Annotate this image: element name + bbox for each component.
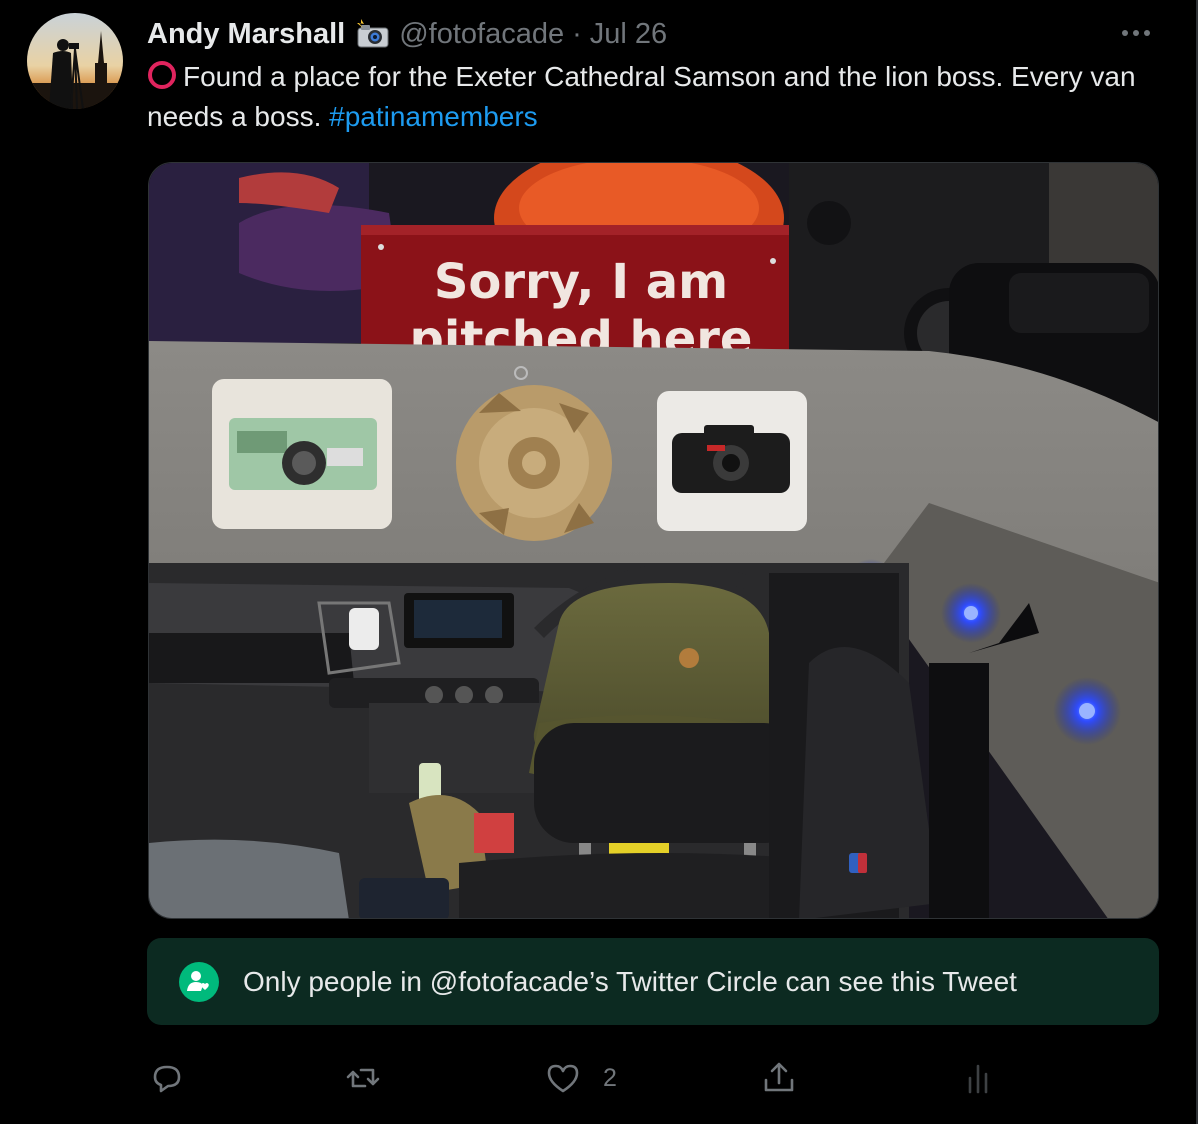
heart-icon bbox=[547, 1064, 579, 1093]
more-options-button[interactable] bbox=[1118, 20, 1154, 46]
separator-dot: · bbox=[572, 17, 582, 50]
van-interior-photo: Sorry, I am pitched here bbox=[149, 163, 1158, 918]
reply-button[interactable] bbox=[149, 1052, 185, 1104]
avatar[interactable] bbox=[27, 13, 123, 109]
tweet-text: Found a place for the Exeter Cathedral S… bbox=[147, 57, 1167, 137]
tweet-photo[interactable]: Sorry, I am pitched here bbox=[148, 162, 1159, 919]
twitter-circle-icon bbox=[179, 961, 219, 1002]
like-button[interactable]: 2 bbox=[545, 1052, 617, 1104]
twitter-circle-notice: Only people in @fotofacade’s Twitter Cir… bbox=[147, 938, 1159, 1025]
circle-notice-text: Only people in @fotofacade’s Twitter Cir… bbox=[243, 965, 1017, 997]
analytics-button[interactable] bbox=[960, 1052, 996, 1104]
red-ring-icon bbox=[148, 61, 176, 89]
tweet[interactable]: Andy Marshall @fotofacade · Jul 26 Found… bbox=[0, 0, 1198, 1124]
tweet-header: Andy Marshall @fotofacade · Jul 26 bbox=[147, 14, 667, 54]
retweet-button[interactable] bbox=[345, 1052, 381, 1104]
analytics-icon bbox=[968, 1064, 988, 1094]
author-handle[interactable]: @fotofacade bbox=[399, 18, 564, 51]
author-name[interactable]: Andy Marshall bbox=[147, 18, 345, 51]
like-count: 2 bbox=[603, 1063, 617, 1092]
tweet-text-main: Found a place for the Exeter Cathedral S… bbox=[147, 61, 1136, 132]
sign-line-1: Sorry, I am bbox=[434, 254, 728, 310]
more-icon bbox=[1122, 30, 1150, 36]
timestamp[interactable]: Jul 26 bbox=[590, 18, 667, 51]
share-icon bbox=[764, 1062, 794, 1092]
camera-with-flash-emoji bbox=[355, 19, 391, 49]
share-button[interactable] bbox=[761, 1052, 797, 1104]
hashtag-link[interactable]: #patinamembers bbox=[329, 101, 538, 132]
retweet-icon bbox=[346, 1068, 380, 1088]
reply-icon bbox=[153, 1065, 181, 1093]
tweet-action-bar: 2 bbox=[147, 1052, 1007, 1104]
